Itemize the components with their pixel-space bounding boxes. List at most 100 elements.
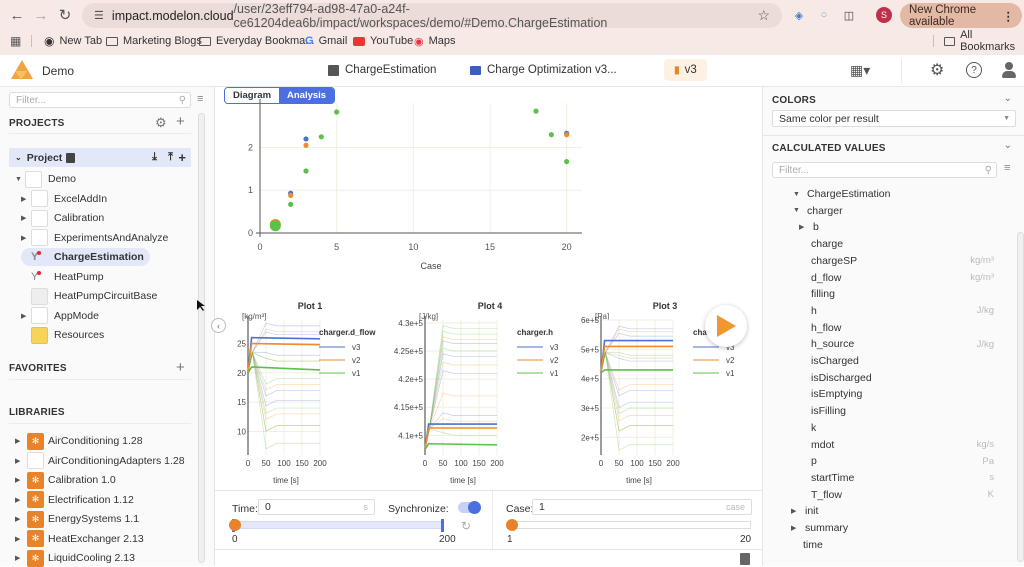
right-scrollbar[interactable] — [1017, 232, 1024, 562]
legend-label[interactable]: v3 — [352, 343, 361, 352]
user-avatar-icon[interactable] — [1002, 62, 1016, 78]
range-end-handle[interactable] — [441, 519, 444, 532]
calculated-value-item[interactable]: chargeSP kg/m³ — [811, 253, 994, 269]
more-menu-icon[interactable]: ⋮ — [1003, 9, 1015, 23]
calculated-value-item[interactable]: startTime s — [811, 470, 994, 486]
calculated-value-item[interactable]: h_flow — [811, 320, 988, 336]
projects-filter-input[interactable]: Filter... ⚲ — [9, 92, 191, 108]
tab-charge-estimation[interactable]: ChargeEstimation — [328, 64, 436, 76]
add-favorite-icon[interactable]: + — [176, 359, 185, 376]
all-bookmarks[interactable]: All Bookmarks — [944, 29, 1024, 53]
upload-icon[interactable]: ⤒ — [168, 151, 173, 164]
chevron-down-icon[interactable]: ⌄ — [15, 153, 22, 162]
bookmark-maps[interactable]: ◉ Maps — [414, 33, 456, 49]
library-item[interactable]: ▶ ✻ HeatExchanger 2.13 — [15, 530, 144, 548]
synchronize-toggle[interactable] — [458, 501, 481, 514]
settings-gear-icon[interactable]: ⚙ — [930, 60, 944, 80]
add-icon[interactable]: + — [178, 150, 186, 165]
projects-settings-icon[interactable]: ⚙ — [155, 115, 167, 131]
legend-label[interactable]: v2 — [550, 356, 559, 365]
calculated-value-item[interactable]: ▶ summary — [791, 520, 988, 536]
bookmark-gmail[interactable]: G Gmail — [305, 33, 347, 49]
expand-toggle-icon[interactable]: ▶ — [15, 457, 25, 465]
calculated-filter-input[interactable]: Filter... ⚲ — [772, 162, 997, 178]
add-project-icon[interactable]: + — [176, 113, 185, 130]
case-slider[interactable] — [506, 519, 751, 531]
library-item[interactable]: ▶ ✻ AirConditioning 1.28 — [15, 432, 143, 450]
address-bar[interactable]: ☰ impact.modelon.cloud/user/23eff794-ad9… — [82, 2, 782, 30]
project-tree-item[interactable]: Y HeatPump — [21, 268, 104, 286]
expand-toggle-icon[interactable]: ▶ — [21, 234, 31, 242]
scatter-point-v2[interactable] — [564, 132, 570, 138]
expand-toggle-icon[interactable]: ▶ — [791, 507, 801, 515]
legend-label[interactable]: v3 — [550, 343, 559, 352]
legend-label[interactable]: v2 — [352, 356, 361, 365]
calculated-value-item[interactable]: filling — [811, 286, 988, 302]
download-icon[interactable]: ⤓ — [152, 151, 157, 164]
back-button[interactable]: ← — [6, 4, 28, 26]
bookmark-marketing-blogs[interactable]: Marketing Blogs — [106, 33, 202, 49]
filter-options-icon[interactable]: ≡ — [197, 93, 203, 105]
scatter-point-v2[interactable] — [288, 192, 294, 198]
expand-toggle-icon[interactable]: ▶ — [21, 312, 31, 320]
calculated-value-item[interactable]: p Pa — [811, 453, 994, 469]
project-tree-item[interactable]: Resources — [21, 326, 104, 344]
scatter-point-v1[interactable] — [288, 201, 294, 207]
scatter-point-v1[interactable] — [303, 168, 309, 174]
expand-toggle-icon[interactable]: ▼ — [15, 176, 25, 183]
time-input[interactable]: 0 s — [258, 499, 375, 515]
new-chrome-available-button[interactable]: New Chrome available ⋮ — [900, 3, 1022, 28]
scatter-point-v1[interactable] — [318, 134, 324, 140]
extensions-puzzle-icon[interactable]: ◫ — [840, 6, 858, 24]
play-button[interactable] — [705, 305, 747, 347]
scatter-point-v1[interactable] — [533, 108, 539, 114]
legend-label[interactable]: v1 — [726, 369, 735, 378]
calculated-value-item[interactable]: ▶ b — [799, 219, 982, 235]
legend-label[interactable]: v1 — [352, 369, 361, 378]
app-grid-icon[interactable]: ▦▾ — [850, 62, 870, 79]
scatter-point-v1[interactable] — [564, 158, 570, 165]
chevron-down-icon[interactable]: ⌄ — [1004, 140, 1012, 151]
calculated-value-item[interactable]: h J/kg — [811, 303, 994, 319]
bookmark-everyday[interactable]: Everyday Bookma... — [199, 33, 314, 49]
filter-options-icon[interactable]: ≡ — [1004, 162, 1010, 174]
calculated-value-item[interactable]: d_flow kg/m³ — [811, 270, 994, 286]
colors-select[interactable]: Same color per result ▼ — [772, 110, 1016, 127]
notes-icon[interactable] — [740, 553, 750, 565]
calculated-value-item[interactable]: isDischarged — [811, 370, 988, 386]
calculated-value-item[interactable]: isEmptying — [811, 386, 988, 402]
legend-label[interactable]: v2 — [726, 356, 735, 365]
reload-button[interactable]: ↻ — [54, 4, 76, 26]
expand-toggle-icon[interactable]: ▶ — [15, 437, 25, 445]
project-tree-item[interactable]: ▶ ExcelAddIn — [21, 190, 107, 208]
bookmark-youtube[interactable]: YouTube — [353, 33, 413, 49]
scatter-point-v2[interactable] — [303, 142, 309, 148]
expand-toggle-icon[interactable]: ▶ — [15, 515, 25, 523]
scatter-point-v3[interactable] — [303, 136, 309, 142]
case-slider-thumb[interactable] — [506, 519, 518, 531]
tab-charge-optimization[interactable]: Charge Optimization v3... — [470, 64, 617, 76]
calculated-value-item[interactable]: ▼ ChargeEstimation — [771, 186, 968, 202]
scatter-point-v1[interactable] — [334, 109, 340, 115]
library-item[interactable]: ▶ AirConditioningAdapters 1.28 — [15, 452, 185, 470]
calculated-value-item[interactable]: ▼ charger — [793, 203, 988, 219]
library-item[interactable]: ▶ ✻ Electrification 1.12 — [15, 491, 134, 509]
library-item[interactable]: ▶ ✻ LiquidCooling 2.13 — [15, 549, 135, 567]
case-input[interactable]: 1 case — [532, 499, 752, 515]
bookmark-new-tab[interactable]: ◉ New Tab — [44, 33, 102, 49]
calculated-value-item[interactable]: k — [811, 420, 988, 436]
time-range-slider[interactable] — [229, 519, 444, 532]
sidebar-scrollbar[interactable] — [198, 113, 205, 563]
project-tree-item[interactable]: HeatPumpCircuitBase — [21, 287, 157, 305]
scatter-point-v1[interactable] — [548, 132, 554, 138]
project-header[interactable]: ⌄ Project ⤓ ⤒ + — [9, 148, 191, 167]
profile-avatar[interactable]: S — [876, 7, 892, 23]
apps-grid-icon[interactable]: ▦ — [10, 33, 21, 49]
help-icon[interactable]: ? — [966, 62, 982, 78]
forward-button[interactable]: → — [30, 4, 52, 26]
calculated-value-item[interactable]: isCharged — [811, 353, 988, 369]
calculated-value-item[interactable]: ▶ init — [791, 503, 988, 519]
reset-icon[interactable]: ↻ — [461, 519, 471, 533]
expand-toggle-icon[interactable]: ▶ — [15, 496, 25, 504]
expand-toggle-icon[interactable]: ▶ — [799, 223, 809, 231]
